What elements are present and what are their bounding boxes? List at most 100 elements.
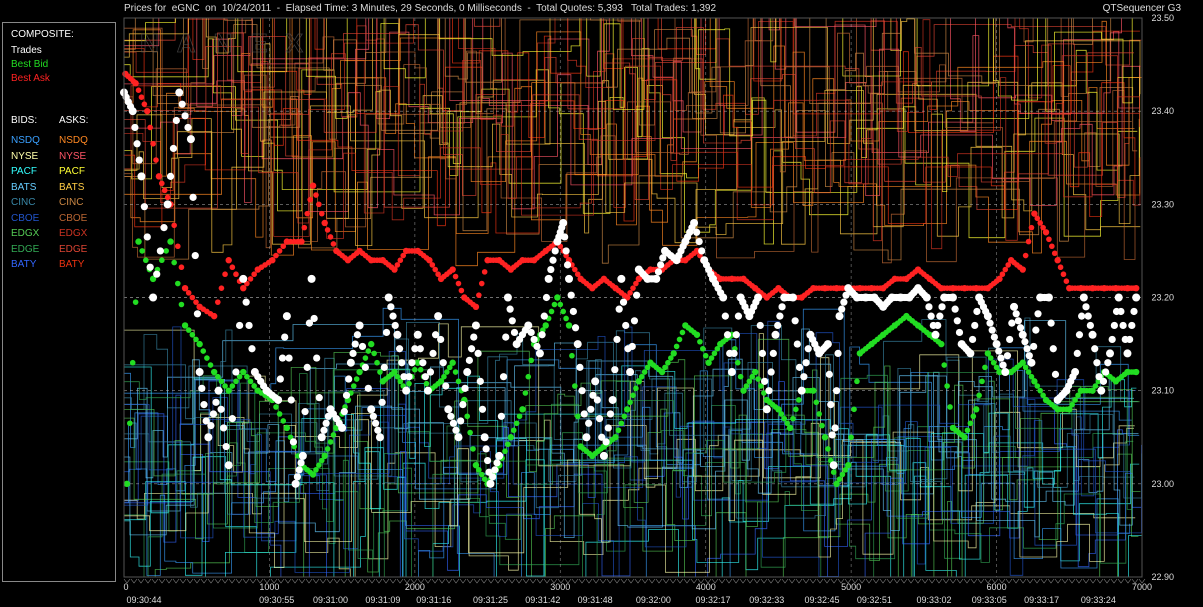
trade-tick-mark (641, 578, 649, 584)
best-bid-point (510, 427, 517, 434)
best-bid-point (708, 355, 715, 361)
trade-tick-mark (130, 578, 138, 584)
trade-point (295, 466, 303, 474)
trade-point (131, 123, 139, 132)
best-bid-point (207, 362, 214, 368)
trade-point (578, 387, 586, 395)
best-bid-point (522, 390, 529, 396)
trade-tick-mark (424, 578, 432, 584)
trade-point (444, 405, 453, 414)
best-bid-point (1037, 387, 1043, 394)
trade-point (1003, 352, 1012, 360)
time-label: 09:32:00 (636, 595, 671, 605)
trade-point (587, 405, 595, 413)
trade-point (657, 261, 665, 269)
legend-ask-cboe: CBOE (59, 212, 88, 224)
trade-point (831, 424, 839, 432)
trade-point (340, 408, 348, 416)
title-total-quotes: Total Quotes: 5,393 (536, 3, 623, 14)
best-ask-point (478, 280, 485, 287)
trade-point (1132, 293, 1141, 302)
trade-point (382, 328, 391, 337)
best-bid-point (313, 467, 319, 473)
trade-tick-mark (571, 578, 579, 584)
legend-asks-label: ASKS: (59, 115, 89, 126)
best-bid-point (185, 327, 192, 333)
best-ask-point (309, 182, 317, 189)
trade-point (506, 305, 514, 313)
trade-point (315, 394, 323, 402)
best-ask-point (159, 180, 165, 187)
best-bid-point (621, 413, 628, 420)
trade-tick-mark (228, 578, 236, 584)
best-bid-point (1069, 401, 1075, 408)
trade-point (198, 384, 206, 392)
best-bid-point (423, 380, 430, 387)
best-bid-point (330, 432, 337, 438)
trade-point (613, 335, 621, 344)
trade-point (454, 433, 463, 442)
trade-tick-mark (809, 578, 817, 584)
best-bid-point (848, 434, 854, 441)
trade-point (224, 461, 233, 470)
best-bid-point (371, 350, 377, 357)
best-ask-point (175, 243, 181, 250)
trade-point (602, 438, 610, 446)
best-ask-point (1060, 271, 1067, 278)
trade-tick-mark (487, 578, 495, 584)
trade-point (499, 373, 508, 381)
best-bid-point (244, 373, 250, 380)
best-bid-point (1132, 368, 1140, 376)
trade-point (1047, 319, 1055, 327)
best-bid-point (836, 476, 843, 482)
best-bid-point (623, 406, 631, 413)
trade-point (395, 345, 404, 353)
best-bid-point (967, 420, 974, 427)
best-bid-point (171, 259, 177, 266)
trade-point (1102, 368, 1110, 376)
best-bid-point (813, 399, 820, 406)
best-ask-point (1019, 266, 1026, 273)
trade-point (452, 426, 460, 434)
trade-point (195, 368, 204, 377)
best-bid-point (795, 397, 802, 403)
best-ask-point (449, 266, 456, 273)
trade-tick-mark (1047, 578, 1055, 584)
best-ask-point (218, 285, 225, 291)
best-bid-point (139, 248, 145, 254)
trade-point (317, 433, 326, 442)
best-bid-point (665, 359, 671, 366)
trade-tick-mark (291, 578, 299, 584)
trade-point (289, 438, 298, 446)
best-bid-point (734, 359, 741, 366)
trade-point (186, 135, 195, 144)
best-bid-point (697, 338, 703, 345)
best-bid-point (673, 343, 680, 350)
best-bid-point (218, 378, 225, 385)
best-ask-point (222, 271, 228, 278)
trade-point (1088, 330, 1097, 339)
y-tick-label: 23.40 (1151, 106, 1174, 116)
trade-tick-mark (375, 578, 383, 584)
legend-ask-bats: BATS (59, 181, 85, 193)
title-elapsed: Elapsed Time: 3 Minutes, 29 Seconds, 0 M… (285, 3, 522, 14)
trade-point (971, 321, 979, 330)
trade-tick-mark (956, 578, 964, 584)
trade-tick-mark (543, 578, 551, 584)
trade-tick-mark (298, 578, 306, 584)
best-bid-point (670, 350, 677, 357)
trade-point (361, 363, 370, 371)
trade-point (419, 359, 427, 367)
time-label: 09:32:51 (857, 595, 892, 605)
trade-point (791, 317, 799, 325)
trade-point (582, 433, 591, 442)
best-ask-point (1025, 238, 1032, 245)
trade-point (617, 274, 626, 283)
trade-point (285, 354, 293, 362)
trade-point (355, 321, 364, 330)
trade-tick-mark (312, 578, 320, 584)
trade-point (934, 321, 942, 330)
best-bid-point (615, 427, 622, 434)
trade-point (585, 419, 593, 427)
trade-tick-mark (354, 578, 362, 584)
